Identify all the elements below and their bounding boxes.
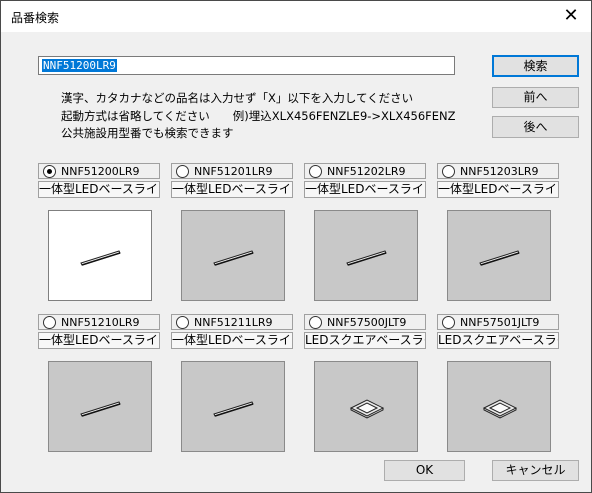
- product-option[interactable]: NNF51211LR9: [171, 314, 293, 330]
- title-bar: 品番検索 ✕: [1, 1, 591, 32]
- search-input[interactable]: NNF51200LR9: [38, 56, 455, 75]
- product-option[interactable]: NNF51202LR9: [304, 163, 426, 179]
- radio-button[interactable]: [442, 316, 455, 329]
- product-option[interactable]: NNF51203LR9: [437, 163, 559, 179]
- window-title: 品番検索: [11, 11, 60, 25]
- product-name: LEDスクエアベースライ: [304, 332, 426, 349]
- linear-light-icon: [346, 250, 387, 266]
- product-thumbnail[interactable]: [314, 361, 418, 452]
- product-option[interactable]: NNF57500JLT9: [304, 314, 426, 330]
- search-input-value: NNF51200LR9: [42, 59, 117, 72]
- product-code: NNF57501JLT9: [460, 316, 540, 329]
- product-thumbnail[interactable]: [447, 361, 551, 452]
- product-name: 一体型LEDベースライト: [171, 332, 293, 349]
- radio-button[interactable]: [309, 316, 322, 329]
- product-name: 一体型LEDベースライト: [171, 181, 293, 198]
- radio-button[interactable]: [442, 165, 455, 178]
- radio-button[interactable]: [176, 165, 189, 178]
- product-name: 一体型LEDベースライト: [437, 181, 559, 198]
- linear-light-icon: [213, 250, 254, 266]
- linear-light-icon: [213, 401, 254, 417]
- product-option[interactable]: NNF51210LR9: [38, 314, 160, 330]
- prev-button[interactable]: 前へ: [492, 87, 579, 108]
- product-code: NNF51203LR9: [460, 165, 539, 178]
- radio-button[interactable]: [43, 165, 56, 178]
- linear-light-icon: [80, 401, 121, 417]
- product-thumbnail[interactable]: [48, 210, 152, 301]
- product-code: NNF57500JLT9: [327, 316, 407, 329]
- close-icon[interactable]: ✕: [559, 4, 583, 28]
- info-line-1: 漢字、カタカナなどの品名は入力せず「X」以下を入力してください: [61, 91, 414, 105]
- product-thumbnail[interactable]: [181, 361, 285, 452]
- product-thumbnail[interactable]: [447, 210, 551, 301]
- square-light-icon: [482, 399, 518, 419]
- info-line-2: 起動方式は省略してください 例)埋込XLX456FENZLE9->XLX456F…: [61, 109, 456, 123]
- product-code: NNF51201LR9: [194, 165, 273, 178]
- product-code: NNF51202LR9: [327, 165, 406, 178]
- radio-button[interactable]: [309, 165, 322, 178]
- product-name: LEDスクエアベースライ: [437, 332, 559, 349]
- product-thumbnail[interactable]: [181, 210, 285, 301]
- product-name: 一体型LEDベースライト: [304, 181, 426, 198]
- product-code: NNF51200LR9: [61, 165, 140, 178]
- linear-light-icon: [80, 250, 121, 266]
- search-button[interactable]: 検索: [492, 55, 579, 77]
- product-option[interactable]: NNF51201LR9: [171, 163, 293, 179]
- ok-button[interactable]: OK: [384, 460, 465, 481]
- product-name: 一体型LEDベースライト: [38, 181, 160, 198]
- dialog-window: 品番検索 ✕ NNF51200LR9 検索 前へ 後へ 漢字、カタカナなどの品名…: [0, 0, 592, 493]
- next-button[interactable]: 後へ: [492, 116, 579, 138]
- square-light-icon: [349, 399, 385, 419]
- radio-button[interactable]: [176, 316, 189, 329]
- product-thumbnail[interactable]: [314, 210, 418, 301]
- product-name: 一体型LEDベースライト: [38, 332, 160, 349]
- linear-light-icon: [479, 250, 520, 266]
- product-thumbnail[interactable]: [48, 361, 152, 452]
- radio-button[interactable]: [43, 316, 56, 329]
- product-code: NNF51211LR9: [194, 316, 273, 329]
- product-option[interactable]: NNF51200LR9: [38, 163, 160, 179]
- product-code: NNF51210LR9: [61, 316, 140, 329]
- product-option[interactable]: NNF57501JLT9: [437, 314, 559, 330]
- info-line-3: 公共施設用型番でも検索できます: [61, 126, 234, 140]
- cancel-button[interactable]: キャンセル: [492, 460, 579, 481]
